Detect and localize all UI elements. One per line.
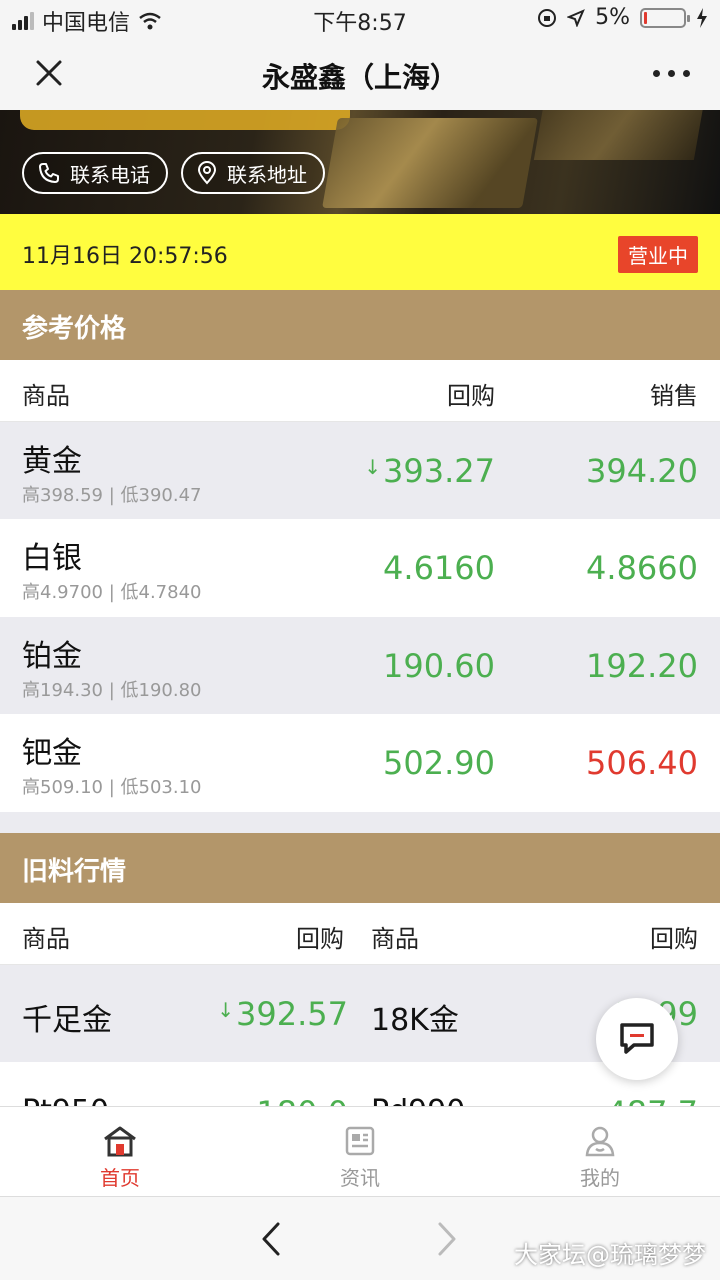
home-icon [104,1126,136,1157]
page-title: 永盛鑫（上海） [261,61,458,94]
phone-icon [39,163,59,183]
contact-address-button[interactable]: 联系地址 [181,152,325,194]
header-product-left: 商品 [22,925,70,953]
product-name: Pt950 [22,1094,109,1106]
news-icon [345,1126,375,1156]
status-bar: 中国电信 下午8:57 5% [0,0,720,36]
more-icon[interactable] [653,70,690,77]
reference-section-title: 参考价格 [0,290,720,360]
battery-percent: 5% [595,5,630,30]
buy-price: ↓392.57 [217,995,348,1033]
store-banner: 联系电话 联系地址 [0,110,720,214]
price-row-gold[interactable]: 黄金 高398.59 | 低390.47 ↓393.27 394.20 [0,422,720,519]
buy-price: ↓393.27 [364,452,495,490]
watermark: 大家坛@琉璃梦梦 [514,1241,706,1269]
product-range: 高4.9700 | 低4.7840 [22,582,202,603]
buy-price: 180.0 [256,1094,348,1106]
tab-bar: 首页 资讯 我的 [0,1106,720,1196]
product-name: 黄金 [22,444,82,479]
product-name: Pd990 [371,1094,465,1106]
price-row-platinum[interactable]: 铂金 高194.30 | 低190.80 190.60 192.20 [0,617,720,714]
current-datetime: 11月16日 20:57:56 [22,244,228,269]
forward-icon[interactable] [434,1221,460,1257]
down-arrow-icon: ↓ [217,998,235,1022]
battery-icon [640,7,690,28]
header-buy: 回购 [447,382,495,410]
scrap-table-header: 商品 回购 商品 回购 [0,903,720,965]
product-range: 高398.59 | 低390.47 [22,485,202,506]
section-divider [0,812,720,833]
product-name: 18K金 [371,1003,459,1038]
sell-price: 192.20 [586,647,698,685]
sell-price: 4.8660 [586,549,698,587]
contact-phone-label: 联系电话 [70,162,150,187]
buy-price: 502.90 [383,744,495,782]
tab-profile[interactable]: 我的 [480,1107,720,1197]
back-icon[interactable] [258,1221,284,1257]
reference-table-header: 商品 回购 销售 [0,360,720,422]
product-name: 千足金 [22,1003,112,1038]
status-badge: 营业中 [618,236,698,273]
profile-icon [585,1126,615,1157]
tab-label: 我的 [580,1166,620,1190]
price-row-palladium[interactable]: 钯金 高509.10 | 低503.10 502.90 506.40 [0,714,720,811]
nav-bar: 永盛鑫（上海） [0,36,720,110]
browser-toolbar: 大家坛@琉璃梦梦 [0,1196,720,1280]
product-range: 高509.10 | 低503.10 [22,777,202,798]
product-name: 钯金 [22,736,82,771]
location-icon [567,8,585,27]
tab-home[interactable]: 首页 [0,1107,240,1197]
chat-button[interactable] [596,998,678,1080]
header-buy-right: 回购 [650,925,698,953]
sell-price: 506.40 [586,744,698,782]
scrap-section-title: 旧料行情 [0,833,720,903]
tab-label: 资讯 [340,1166,380,1190]
contact-address-label: 联系地址 [227,162,307,187]
header-buy-left: 回购 [296,925,344,953]
product-range: 高194.30 | 低190.80 [22,680,202,701]
product-name: 白银 [22,541,82,576]
buy-price: 4.6160 [383,549,495,587]
charging-icon [697,7,707,28]
price-row-silver[interactable]: 白银 高4.9700 | 低4.7840 4.6160 4.8660 [0,519,720,616]
info-bar: 11月16日 20:57:56 营业中 [0,214,720,290]
contact-phone-button[interactable]: 联系电话 [22,152,168,194]
tab-label: 首页 [100,1166,140,1190]
tab-news[interactable]: 资讯 [240,1107,480,1197]
chat-icon [620,1023,654,1054]
buy-price: 190.60 [383,647,495,685]
sell-price: 394.20 [586,452,698,490]
down-arrow-icon: ↓ [364,455,382,479]
header-product-right: 商品 [371,925,419,953]
buy-price: 487.7 [606,1094,698,1106]
header-product: 商品 [22,382,70,410]
store-logo [20,110,350,130]
header-sell: 销售 [650,382,698,410]
product-name: 铂金 [22,639,82,674]
location-pin-icon [197,161,217,185]
orientation-lock-icon [538,8,557,27]
